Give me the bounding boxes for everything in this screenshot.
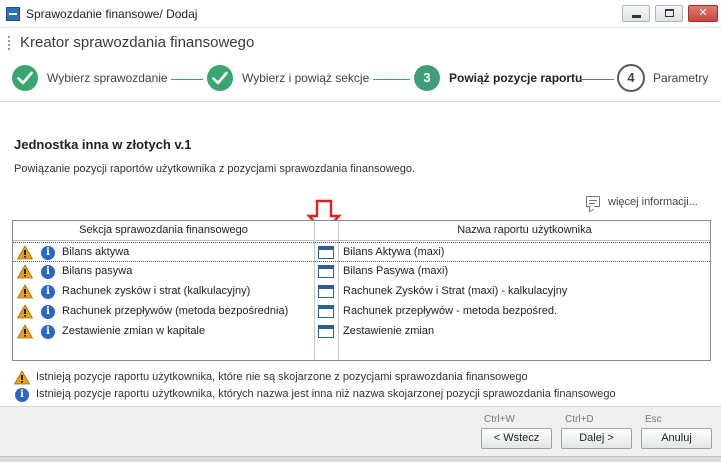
section-cell: Zestawienie zmian w kapitale	[62, 325, 206, 337]
warning-icon	[17, 324, 33, 339]
title-bar: Sprawozdanie finansowe/ Dodaj ✕	[0, 0, 721, 28]
report-cell: Rachunek Zysków i Strat (maxi) - kalkula…	[343, 285, 568, 297]
folder-icon[interactable]	[318, 305, 334, 318]
section-cell: Rachunek przepływów (metoda bezpośrednia…	[62, 305, 289, 317]
folder-icon[interactable]	[318, 325, 334, 338]
more-info-label: więcej informacji...	[608, 196, 698, 208]
section-cell: Bilans aktywa	[62, 246, 130, 258]
step-connector	[373, 79, 410, 80]
taskbar-strip	[0, 456, 721, 462]
warning-icon	[17, 304, 33, 319]
column-header-report[interactable]: Nazwa raportu użytkownika	[339, 224, 710, 236]
step-connector	[171, 79, 203, 80]
section-title: Jednostka inna w złotych v.1	[14, 137, 192, 152]
step-4-label: Parametry	[653, 71, 709, 85]
info-icon: i	[15, 388, 29, 402]
wizard-title: Kreator sprawozdania finansowego	[20, 34, 255, 51]
table-row[interactable]: i Bilans pasywa Bilans Pasywa (maxi)	[13, 262, 710, 282]
report-cell: Bilans Aktywa (maxi)	[343, 246, 445, 258]
wizard-header: Kreator sprawozdania finansowego Wybierz…	[0, 28, 721, 102]
maximize-icon	[665, 9, 674, 17]
report-cell: Rachunek przepływów - metoda bezpośred.	[343, 305, 558, 317]
warning-icon	[17, 284, 33, 299]
window-title: Sprawozdanie finansowe/ Dodaj	[26, 7, 198, 21]
close-icon: ✕	[698, 7, 708, 19]
folder-icon[interactable]	[318, 246, 334, 259]
step-2-label: Wybierz i powiąż sekcje	[242, 71, 370, 85]
folder-icon[interactable]	[318, 265, 334, 278]
report-cell: Bilans Pasywa (maxi)	[343, 265, 449, 277]
section-cell: Rachunek zysków i strat (kalkulacyjny)	[62, 285, 251, 297]
info-icon: i	[41, 285, 55, 299]
section-cell: Bilans pasywa	[62, 265, 133, 277]
info-icon: i	[41, 325, 55, 339]
folder-icon[interactable]	[318, 285, 334, 298]
drag-grip-icon	[8, 36, 10, 50]
minimize-icon	[632, 15, 641, 18]
step-1-label: Wybierz sprawozdanie	[47, 71, 168, 85]
step-3-label: Powiąż pozycje raportu	[449, 71, 583, 85]
maximize-button[interactable]	[655, 5, 683, 22]
table-row[interactable]: i Zestawienie zmian w kapitale Zestawien…	[13, 322, 710, 342]
app-icon	[6, 7, 20, 21]
step-3-number: 3	[414, 65, 440, 91]
step-1-done-check-icon	[12, 65, 38, 91]
section-description: Powiązanie pozycji raportów użytkownika …	[14, 163, 416, 175]
step-4-number: 4	[617, 64, 645, 92]
comment-icon	[586, 196, 600, 207]
info-icon: i	[41, 305, 55, 319]
warning-icon	[17, 264, 33, 279]
next-button[interactable]: Dalej >	[561, 428, 632, 449]
step-connector	[580, 79, 614, 80]
info-icon: i	[41, 246, 55, 260]
column-header-section[interactable]: Sekcja sprawozdania finansowego	[13, 224, 314, 236]
mapping-grid[interactable]: Sekcja sprawozdania finansowego Nazwa ra…	[12, 220, 711, 361]
grid-header: Sekcja sprawozdania finansowego Nazwa ra…	[13, 221, 710, 241]
info-icon: i	[41, 265, 55, 279]
cancel-button[interactable]: Anuluj	[641, 428, 712, 449]
back-shortcut: Ctrl+W	[484, 414, 515, 425]
warning-icon	[14, 370, 30, 385]
minimize-button[interactable]	[622, 5, 650, 22]
report-cell: Zestawienie zmian	[343, 325, 435, 337]
next-shortcut: Ctrl+D	[565, 414, 594, 425]
cancel-shortcut: Esc	[645, 414, 662, 425]
table-row[interactable]: i Rachunek przepływów (metoda bezpośredn…	[13, 302, 710, 322]
legend-info-text: Istnieją pozycje raportu użytkownika, kt…	[36, 388, 616, 400]
table-row[interactable]: i Rachunek zysków i strat (kalkulacyjny)…	[13, 282, 710, 302]
warning-icon	[17, 245, 33, 260]
table-row[interactable]: i Bilans aktywa Bilans Aktywa (maxi)	[13, 242, 710, 262]
close-button[interactable]: ✕	[688, 5, 718, 22]
back-button[interactable]: < Wstecz	[481, 428, 552, 449]
legend-warning-text: Istnieją pozycje raportu użytkownika, kt…	[36, 371, 528, 383]
step-2-done-check-icon	[207, 65, 233, 91]
